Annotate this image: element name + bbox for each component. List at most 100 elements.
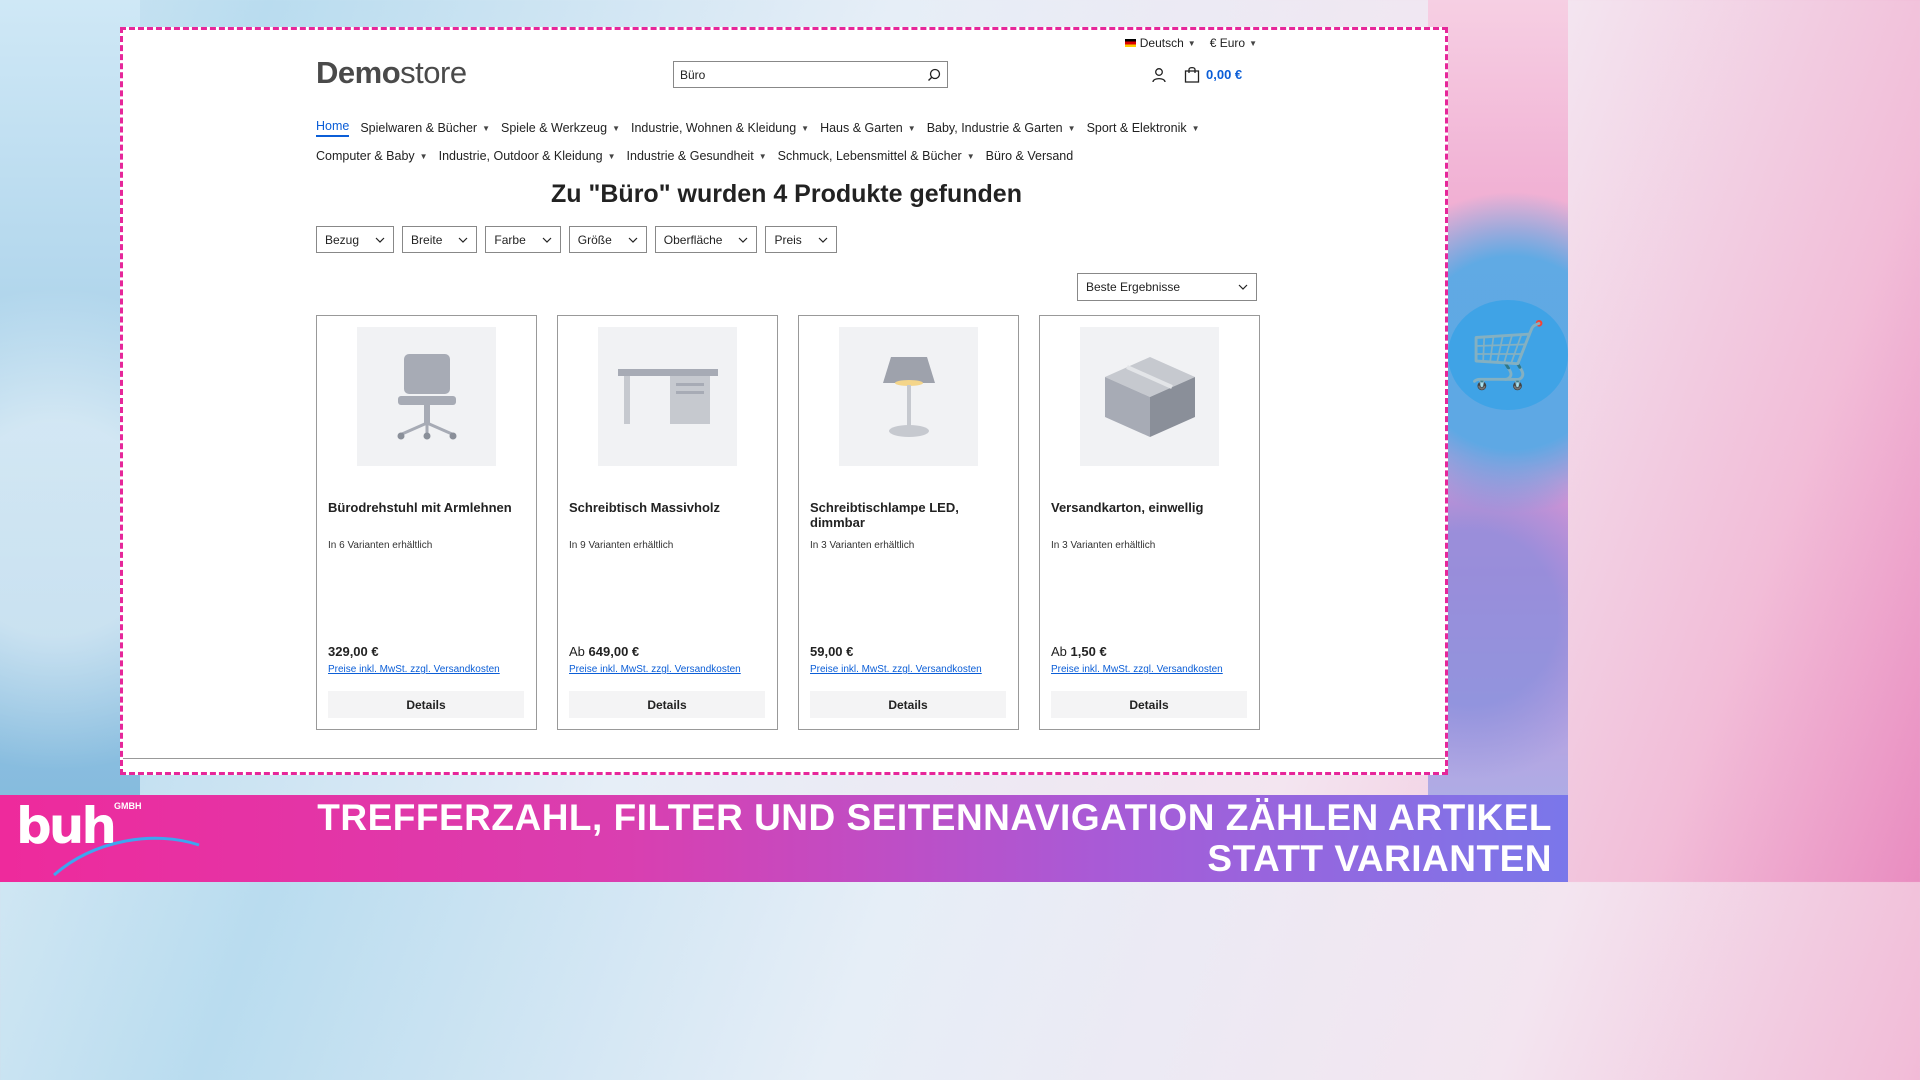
product-price: Ab 649,00 € bbox=[569, 644, 639, 659]
product-card[interactable]: Versandkarton, einwellig In 3 Varianten e… bbox=[1039, 315, 1260, 730]
sort-select[interactable]: Beste Ergebnisse bbox=[1077, 273, 1257, 301]
filter-dropdown[interactable]: Preis bbox=[765, 226, 837, 253]
product-name[interactable]: Bürodrehstuhl mit Armlehnen bbox=[328, 500, 524, 515]
search-box bbox=[673, 61, 948, 88]
nav-item-label: Spielwaren & Bücher bbox=[360, 121, 478, 135]
product-price: 329,00 € bbox=[328, 644, 379, 659]
product-name[interactable]: Versandkarton, einwellig bbox=[1051, 500, 1247, 515]
nav-row: Computer & Baby ▼ Industrie, Outdoor & Kle… bbox=[316, 142, 1176, 170]
nav-item[interactable]: Schmuck, Lebensmittel & Bücher ▼ bbox=[778, 149, 975, 163]
nav-item-label: Industrie & Gesundheit bbox=[626, 149, 754, 163]
nav-item[interactable]: Haus & Garten ▼ bbox=[820, 121, 916, 135]
caret-down-icon: ▼ bbox=[1067, 123, 1076, 133]
nav-item[interactable]: Sport & Elektronik ▼ bbox=[1087, 121, 1200, 135]
chevron-down-icon bbox=[375, 237, 385, 243]
nav-item-label: Haus & Garten bbox=[820, 121, 903, 135]
search-result-headline: Zu "Büro" wurden 4 Produkte gefunden bbox=[551, 180, 1022, 208]
chevron-down-icon bbox=[818, 237, 828, 243]
filter-dropdown[interactable]: Größe bbox=[568, 226, 647, 253]
shopping-cart-decoration-icon: 🛒 bbox=[1448, 300, 1568, 410]
filter-dropdown[interactable]: Bezug bbox=[316, 226, 395, 253]
tax-shipping-link[interactable]: Preise inkl. MwSt. zzgl. Versandkosten bbox=[328, 664, 500, 675]
product-variants-info: In 3 Varianten erhältlich bbox=[1051, 540, 1156, 551]
user-icon bbox=[1152, 68, 1166, 83]
language-switcher[interactable]: Deutsch ▼ bbox=[1124, 36, 1196, 50]
banner-title: TREFFERZAHL, FILTER UND SEITENNAVIGATION… bbox=[292, 797, 1552, 879]
cart-total: 0,00 € bbox=[1206, 67, 1243, 82]
filter-dropdown[interactable]: Breite bbox=[402, 226, 478, 253]
shopping-bag-icon bbox=[1184, 66, 1200, 83]
caret-down-icon: ▼ bbox=[1249, 38, 1257, 48]
nav-item-label: Sport & Elektronik bbox=[1086, 121, 1187, 135]
screenshot-frame: Deutsch ▼ € Euro ▼ Demostore Büro 0,00 €… bbox=[120, 27, 1448, 775]
product-variants-info: In 3 Varianten erhältlich bbox=[810, 540, 915, 551]
brand-swoosh-icon bbox=[53, 836, 200, 877]
product-image[interactable] bbox=[1080, 327, 1219, 466]
nav-item[interactable]: Industrie & Gesundheit ▼ bbox=[627, 149, 767, 163]
nav-item-label: Büro & Versand bbox=[985, 149, 1074, 163]
background-right-decoration: 🛒 bbox=[1428, 0, 1568, 882]
price-prefix: Ab bbox=[1051, 644, 1067, 659]
search-input[interactable] bbox=[674, 62, 921, 87]
account-button[interactable] bbox=[1151, 67, 1167, 88]
tax-shipping-link[interactable]: Preise inkl. MwSt. zzgl. Versandkosten bbox=[810, 664, 982, 675]
price-value: 59,00 € bbox=[810, 644, 854, 659]
caret-down-icon: ▼ bbox=[482, 123, 490, 133]
product-variants-info: In 6 Varianten erhältlich bbox=[328, 540, 433, 551]
shop-page: Deutsch ▼ € Euro ▼ Demostore Büro 0,00 €… bbox=[316, 30, 1260, 772]
filter-dropdown[interactable]: Oberfläche bbox=[654, 226, 758, 253]
caret-down-icon: ▼ bbox=[419, 151, 428, 161]
currency-switcher[interactable]: € Euro ▼ bbox=[1210, 36, 1257, 50]
store-logo[interactable]: Demostore bbox=[316, 55, 467, 91]
search-button[interactable] bbox=[921, 62, 947, 87]
nav-item-label: Industrie, Wohnen & Kleidung bbox=[631, 121, 797, 135]
sort-selected-label: Beste Ergebnisse bbox=[1086, 280, 1181, 294]
caret-down-icon: ▼ bbox=[1191, 123, 1200, 133]
tax-shipping-link[interactable]: Preise inkl. MwSt. zzgl. Versandkosten bbox=[569, 664, 741, 675]
filter-dropdown[interactable]: Farbe bbox=[485, 226, 561, 253]
bottom-banner: buh GMBH TREFFERZAHL, FILTER UND SEITENN… bbox=[0, 795, 1568, 882]
nav-item[interactable]: Home bbox=[316, 119, 350, 137]
cart-button[interactable]: 0,00 € bbox=[1184, 66, 1242, 83]
caret-down-icon: ▼ bbox=[907, 123, 916, 133]
details-button[interactable]: Details bbox=[328, 691, 524, 718]
caret-down-icon: ▼ bbox=[1187, 38, 1196, 48]
product-price: 59,00 € bbox=[810, 644, 853, 659]
desk-icon bbox=[616, 367, 720, 427]
nav-item[interactable]: Industrie, Outdoor & Kleidung ▼ bbox=[439, 149, 616, 163]
chevron-down-icon bbox=[542, 237, 552, 243]
details-button[interactable]: Details bbox=[1051, 691, 1247, 718]
nav-item[interactable]: Büro & Versand bbox=[986, 149, 1074, 163]
product-card[interactable]: Schreibtischlampe LED, dimmbar In 3 Varia… bbox=[798, 315, 1019, 730]
nav-item[interactable]: Baby, Industrie & Garten ▼ bbox=[927, 121, 1076, 135]
product-name[interactable]: Schreibtischlampe LED, dimmbar bbox=[810, 500, 1006, 530]
nav-item[interactable]: Industrie, Wohnen & Kleidung ▼ bbox=[631, 121, 809, 135]
nav-row: Home Spielwaren & Bücher ▼ Spiele & Werkzeu… bbox=[316, 114, 1200, 142]
filter-label: Farbe bbox=[494, 232, 526, 247]
nav-item[interactable]: Spielwaren & Bücher ▼ bbox=[360, 121, 490, 135]
main-navigation: Home Spielwaren & Bücher ▼ Spiele & Werkzeu… bbox=[316, 114, 1200, 170]
caret-down-icon: ▼ bbox=[801, 123, 810, 133]
chevron-down-icon bbox=[1238, 284, 1248, 290]
nav-item-label: Baby, Industrie & Garten bbox=[926, 121, 1063, 135]
nav-item-label: Industrie, Outdoor & Kleidung bbox=[438, 149, 603, 163]
product-grid: Bürodrehstuhl mit Armlehnen In 6 Variante… bbox=[316, 315, 1260, 730]
filter-label: Breite bbox=[411, 232, 443, 247]
filter-label: Preis bbox=[774, 232, 802, 247]
nav-item-label: Spiele & Werkzeug bbox=[501, 121, 608, 135]
product-image[interactable] bbox=[839, 327, 978, 466]
caret-down-icon: ▼ bbox=[612, 123, 620, 133]
product-card[interactable]: Bürodrehstuhl mit Armlehnen In 6 Variante… bbox=[316, 315, 537, 730]
product-image[interactable] bbox=[598, 327, 737, 466]
caret-down-icon: ▼ bbox=[966, 151, 975, 161]
chevron-down-icon bbox=[628, 237, 638, 243]
details-button[interactable]: Details bbox=[810, 691, 1006, 718]
details-button[interactable]: Details bbox=[569, 691, 765, 718]
product-image[interactable] bbox=[357, 327, 496, 466]
nav-item[interactable]: Computer & Baby ▼ bbox=[316, 149, 428, 163]
price-prefix: Ab bbox=[569, 644, 585, 659]
nav-item[interactable]: Spiele & Werkzeug ▼ bbox=[501, 121, 620, 135]
tax-shipping-link[interactable]: Preise inkl. MwSt. zzgl. Versandkosten bbox=[1051, 664, 1223, 675]
product-name[interactable]: Schreibtisch Massivholz bbox=[569, 500, 765, 515]
product-card[interactable]: Schreibtisch Massivholz In 9 Varianten er… bbox=[557, 315, 778, 730]
